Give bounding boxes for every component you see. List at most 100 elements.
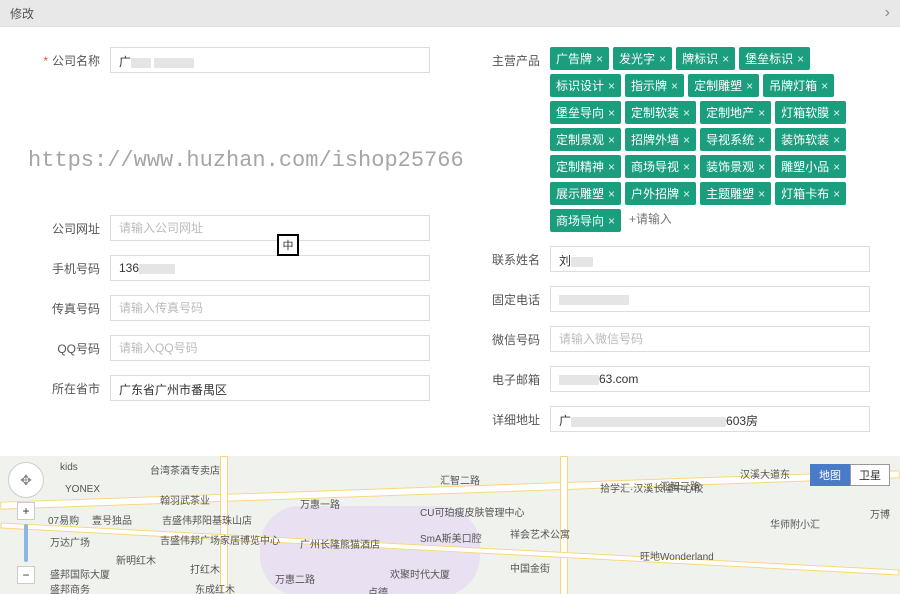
map-poi[interactable]: 汇智二路 [440,472,480,487]
product-tag[interactable]: 吊牌灯箱× [763,74,834,97]
map-poi[interactable]: 07易购 [48,512,79,527]
tag-remove-icon[interactable]: × [683,106,690,120]
address-input[interactable]: 广603房 [550,406,870,432]
map-poi[interactable]: YONEX [65,484,100,495]
tag-remove-icon[interactable]: × [683,133,690,147]
map-poi[interactable]: 盛邦商务 [50,581,90,594]
tag-remove-icon[interactable]: × [608,79,615,93]
product-tag[interactable]: 主题雕塑× [700,182,771,205]
tag-remove-icon[interactable]: × [683,187,690,201]
map-poi[interactable]: 广州长隆熊猫酒店 [300,536,380,551]
wechat-input[interactable] [550,326,870,352]
tag-remove-icon[interactable]: × [758,160,765,174]
map-poi[interactable]: 新明红木 [116,552,156,567]
tag-remove-icon[interactable]: × [797,52,804,66]
map-poi[interactable]: kids [60,462,78,473]
tag-remove-icon[interactable]: × [608,187,615,201]
compass-icon[interactable]: ✥ [8,462,44,498]
phone-input[interactable] [550,286,870,312]
tag-remove-icon[interactable]: × [758,133,765,147]
map-poi[interactable]: 汉溪大道东 [740,466,790,481]
zoom-out-button[interactable]: − [17,566,35,584]
product-tag[interactable]: 发光字× [613,47,672,70]
map-poi[interactable]: 东成红木 [195,581,235,594]
tag-remove-icon[interactable]: × [746,79,753,93]
product-tag[interactable]: 装饰景观× [700,155,771,178]
map-poi[interactable]: 中国金街 [510,560,550,575]
map-poi[interactable]: 祥会艺术公寓 [510,526,570,541]
map-poi[interactable]: 万达广场 [50,534,90,549]
map-poi[interactable]: 华师附小汇 [770,516,820,531]
region-input[interactable]: 广东省广州市番禺区 [110,375,430,401]
zoom-slider[interactable] [24,524,28,562]
product-tag[interactable]: 商场导视× [625,155,696,178]
product-tag[interactable]: 标识设计× [550,74,621,97]
map-poi[interactable]: 打红木 [190,561,220,576]
website-input[interactable] [110,215,430,241]
email-input[interactable]: 63.com [550,366,870,392]
map-poi[interactable]: 台湾茶酒专卖店 [150,462,220,477]
map-poi[interactable]: 吉盛伟邦广场家居博览中心 [160,532,280,547]
map-poi[interactable]: 欢聚时代大厦 [390,566,450,581]
product-tag[interactable]: 定制软装× [625,101,696,124]
product-tag[interactable]: 指示牌× [625,74,684,97]
tag-remove-icon[interactable]: × [596,52,603,66]
products-tags[interactable]: 广告牌×发光字×牌标识×堡垒标识× 标识设计×指示牌×定制雕塑×吊牌灯箱× 堡垒导向… [550,47,870,232]
map-poi[interactable]: 翰羽武茶业 [160,492,210,507]
map-poi[interactable]: 盛邦国际大厦 [50,566,110,581]
product-tag[interactable]: 户外招牌× [625,182,696,205]
tag-remove-icon[interactable]: × [659,52,666,66]
tag-remove-icon[interactable]: × [833,187,840,201]
product-tag[interactable]: 商场导向× [550,209,621,232]
map-poi[interactable]: 壹号独品 [92,512,132,527]
tag-remove-icon[interactable]: × [608,133,615,147]
tag-remove-icon[interactable]: × [671,79,678,93]
tag-remove-icon[interactable]: × [722,52,729,66]
map-poi[interactable]: 旺地Wonderland [640,548,714,563]
map-type-map[interactable]: 地图 [810,464,850,486]
product-tag[interactable]: 堡垒导向× [550,101,621,124]
tag-remove-icon[interactable]: × [758,106,765,120]
map-view[interactable]: ✥ + − 地图 卫星 台湾茶酒专卖店 kids YONEX 万惠一路 汇智二路 CU可珀… [0,456,900,594]
map-poi[interactable]: 点德 [368,584,388,594]
close-icon[interactable]: › [885,4,890,22]
tag-remove-icon[interactable]: × [833,160,840,174]
mobile-input[interactable]: 136 [110,255,430,281]
tag-remove-icon[interactable]: × [833,106,840,120]
fax-input[interactable] [110,295,430,321]
map-poi[interactable]: SmA斯美口腔 [420,530,482,545]
product-tag[interactable]: 装饰软装× [775,128,846,151]
product-tag[interactable]: 定制景观× [550,128,621,151]
map-type-satellite[interactable]: 卫星 [850,464,890,486]
product-tag[interactable]: 定制精神× [550,155,621,178]
qq-input[interactable] [110,335,430,361]
tag-remove-icon[interactable]: × [833,133,840,147]
map-poi[interactable]: 万博 [870,506,890,521]
contact-name-input[interactable]: 刘 [550,246,870,272]
company-name-input[interactable]: 广 [110,47,430,73]
map-poi[interactable]: 万惠二路 [275,571,315,586]
tag-remove-icon[interactable]: × [608,160,615,174]
tag-remove-icon[interactable]: × [608,106,615,120]
map-poi[interactable]: CU可珀瘦皮肤管理中心 [420,504,524,519]
product-tag[interactable]: 展示雕塑× [550,182,621,205]
map-poi[interactable]: 吉盛伟邦阳基珠山店 [162,512,252,527]
tag-remove-icon[interactable]: × [821,79,828,93]
product-tag[interactable]: 招牌外墙× [625,128,696,151]
product-tag[interactable]: 牌标识× [676,47,735,70]
tag-remove-icon[interactable]: × [608,214,615,228]
product-tag[interactable]: 广告牌× [550,47,609,70]
tag-add-input[interactable] [625,209,675,229]
product-tag[interactable]: 堡垒标识× [739,47,810,70]
tag-remove-icon[interactable]: × [683,160,690,174]
map-poi[interactable]: 万惠一路 [300,496,340,511]
product-tag[interactable]: 导视系统× [700,128,771,151]
product-tag[interactable]: 定制地产× [700,101,771,124]
map-poi[interactable]: 拾学汇·汉溪长隆中心校 [600,480,703,495]
product-tag[interactable]: 灯箱卡布× [775,182,846,205]
tag-remove-icon[interactable]: × [758,187,765,201]
product-tag[interactable]: 雕塑小品× [775,155,846,178]
product-tag[interactable]: 灯箱软膜× [775,101,846,124]
product-tag[interactable]: 定制雕塑× [688,74,759,97]
zoom-in-button[interactable]: + [17,502,35,520]
